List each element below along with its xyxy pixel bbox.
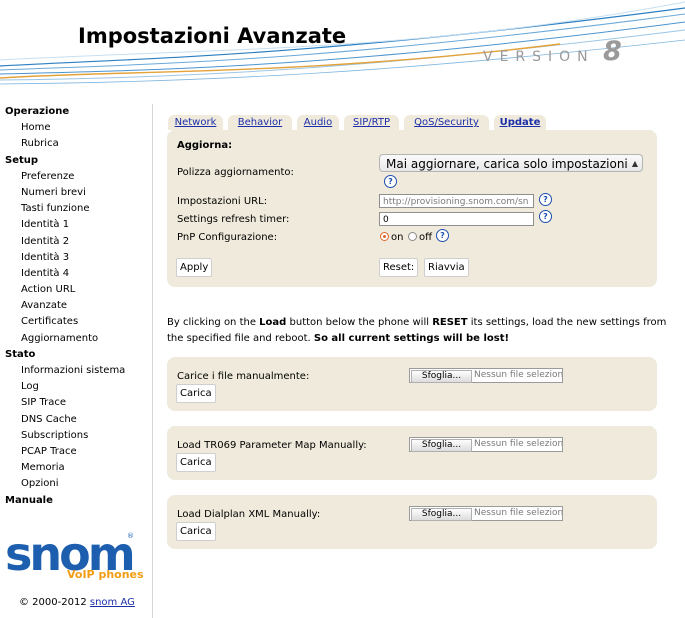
no-file-text: Nessun file selezionato. [474, 439, 562, 449]
sidebar-item-preferenze[interactable]: Preferenze [0, 169, 152, 185]
sidebar-item-dns-cache[interactable]: DNS Cache [0, 412, 152, 428]
settings-url-input[interactable]: http://provisioning.snom.com/sn [379, 194, 534, 208]
pnp-off-label: off [419, 232, 433, 243]
page-title: Impostazioni Avanzate [78, 24, 347, 48]
upload-label: Carice i file manualmente: [177, 371, 310, 382]
version-number: 8 [603, 36, 622, 67]
upload-panel-tr069 [167, 426, 657, 480]
update-policy-label: Polizza aggiornamento: [177, 167, 294, 178]
load-button[interactable]: Carica [176, 453, 216, 472]
upload-panel-settings [167, 357, 657, 411]
warning-reset-word: RESET [432, 317, 468, 328]
snom-logo: snom ® VoIP phones [5, 531, 144, 581]
tab-behavior[interactable]: Behavior [228, 115, 292, 130]
browse-button[interactable]: Sfoglia... [411, 508, 472, 521]
browse-button[interactable]: Sfoglia... [411, 370, 472, 383]
refresh-timer-label: Settings refresh timer: [177, 214, 290, 225]
snom-ag-link[interactable]: snom AG [90, 597, 135, 608]
no-file-text: Nessun file selezionato. [474, 508, 562, 518]
file-picker[interactable]: Sfoglia... Nessun file selezionato. [409, 368, 563, 383]
upload-label: Load TR069 Parameter Map Manually: [177, 440, 367, 451]
sidebar-item-pcap-trace[interactable]: PCAP Trace [0, 444, 152, 460]
select-updown-icon: ▲ [631, 159, 638, 168]
browse-button[interactable]: Sfoglia... [411, 439, 472, 452]
update-policy-value: Mai aggiornare, carica solo impostazioni [386, 157, 628, 171]
sidebar-group-setup[interactable]: Setup [0, 153, 152, 169]
upload-label: Load Dialplan XML Manually: [177, 509, 321, 520]
sidebar-item-sip-trace[interactable]: SIP Trace [0, 395, 152, 411]
sidebar-item-avanzate[interactable]: Avanzate [0, 298, 152, 314]
sidebar-item-informazioni-sistema[interactable]: Informazioni sistema [0, 363, 152, 379]
sidebar-item-identità-3[interactable]: Identità 3 [0, 250, 152, 266]
help-icon[interactable]: ? [384, 175, 397, 188]
update-section-title: Aggiorna: [177, 140, 233, 151]
logo-registered-mark: ® [127, 532, 134, 540]
sidebar-item-rubrica[interactable]: Rubrica [0, 136, 152, 152]
pnp-config-label: PnP Configurazione: [177, 232, 278, 243]
sidebar-item-identità-1[interactable]: Identità 1 [0, 217, 152, 233]
warning-part-1: By clicking on the [167, 317, 260, 328]
update-policy-select[interactable]: Mai aggiornare, carica solo impostazioni… [379, 154, 643, 172]
file-picker[interactable]: Sfoglia... Nessun file selezionato. [409, 437, 563, 452]
load-warning-text: By clicking on the Load button below the… [167, 315, 667, 347]
warning-part-2: button below the phone will [286, 317, 433, 328]
restart-button[interactable]: Riavvia [424, 258, 469, 277]
sidebar: Operazione Home Rubrica Setup Preferenze Nume… [0, 104, 152, 509]
sidebar-group-stato[interactable]: Stato [0, 347, 152, 363]
help-icon[interactable]: ? [436, 229, 449, 242]
tab-sip-rtp[interactable]: SIP/RTP [344, 115, 399, 130]
pnp-on-radio[interactable] [380, 232, 389, 241]
pnp-on-label: on [391, 232, 404, 243]
upload-panel-dialplan [167, 495, 657, 549]
sidebar-group-manuale[interactable]: Manuale [0, 493, 152, 509]
version-label: VERSION [483, 49, 595, 65]
sidebar-item-tasti-funzione[interactable]: Tasti funzione [0, 201, 152, 217]
sidebar-item-log[interactable]: Log [0, 379, 152, 395]
load-button[interactable]: Carica [176, 522, 216, 541]
warning-bold-note: So all current settings will be lost! [313, 333, 510, 344]
tab-network[interactable]: Network [168, 115, 223, 130]
sidebar-item-home[interactable]: Home [0, 120, 152, 136]
header: Impostazioni Avanzate VERSION 8 [0, 0, 685, 100]
file-picker[interactable]: Sfoglia... Nessun file selezionato. [409, 506, 563, 521]
tab-audio[interactable]: Audio [297, 115, 339, 130]
sidebar-item-numeri-brevi[interactable]: Numeri brevi [0, 185, 152, 201]
sidebar-group-operazione[interactable]: Operazione [0, 104, 152, 120]
sidebar-item-opzioni[interactable]: Opzioni [0, 476, 152, 492]
sidebar-item-identità-2[interactable]: Identità 2 [0, 234, 152, 250]
help-icon[interactable]: ? [539, 210, 552, 223]
tab-qos-security[interactable]: QoS/Security [404, 115, 489, 130]
help-icon[interactable]: ? [539, 193, 552, 206]
load-button[interactable]: Carica [176, 384, 216, 403]
warning-load-word: Load [259, 317, 287, 328]
tab-update[interactable]: Update [494, 115, 546, 130]
sidebar-item-action-url[interactable]: Action URL [0, 282, 152, 298]
no-file-text: Nessun file selezionato. [474, 370, 562, 380]
logo-subtitle: VoIP phones [67, 568, 144, 581]
sidebar-item-aggiornamento[interactable]: Aggiornamento [0, 331, 152, 347]
reset-button[interactable]: Reset: [379, 258, 419, 277]
pnp-off-radio[interactable] [408, 232, 417, 241]
refresh-timer-input[interactable]: 0 [379, 212, 534, 226]
apply-button[interactable]: Apply [176, 258, 213, 277]
sidebar-item-certificates[interactable]: Certificates [0, 314, 152, 330]
copyright-text: © 2000-2012 [19, 597, 87, 608]
sidebar-divider [152, 104, 153, 618]
sidebar-item-subscriptions[interactable]: Subscriptions [0, 428, 152, 444]
copyright: © 2000-2012 snom AG [19, 597, 135, 608]
settings-url-label: Impostazioni URL: [177, 196, 268, 207]
sidebar-item-identità-4[interactable]: Identità 4 [0, 266, 152, 282]
sidebar-item-memoria[interactable]: Memoria [0, 460, 152, 476]
